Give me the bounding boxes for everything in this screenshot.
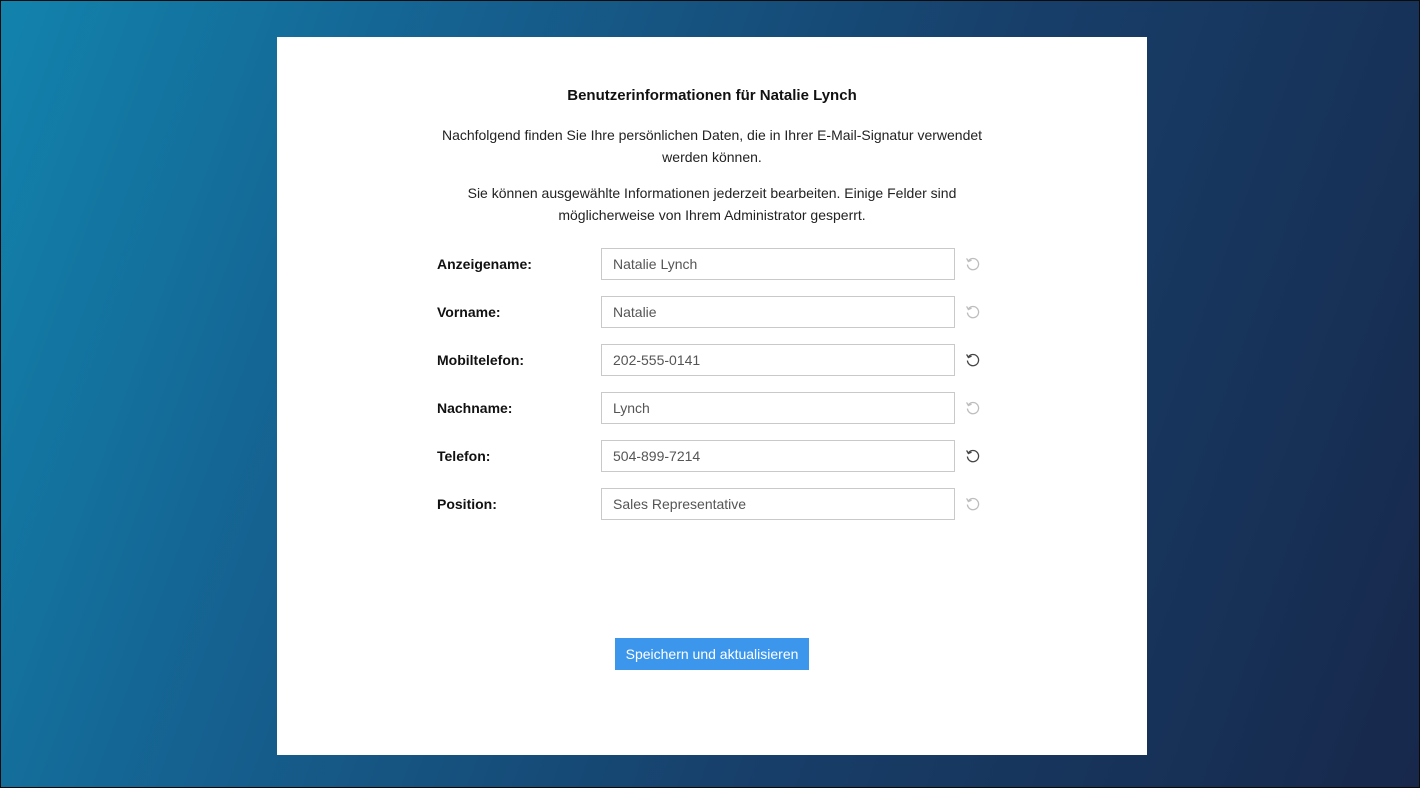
display-name-input[interactable] [601,248,955,280]
phone-input[interactable] [601,440,955,472]
intro-text-editing-info: Sie können ausgewählte Informationen jed… [467,185,957,223]
reset-icon[interactable] [964,399,982,417]
page-title: Benutzerinformationen für Natalie Lynch [567,87,857,104]
last-name-label: Nachname: [437,400,513,416]
field-row-last-name: Nachname: [437,392,997,424]
field-row-phone: Telefon: [437,440,997,472]
last-name-input[interactable] [601,392,955,424]
reset-icon[interactable] [964,255,982,273]
field-row-position: Position: [437,488,997,520]
intro-text-personal-data: Nachfolgend finden Sie Ihre persönlichen… [441,127,983,165]
reset-icon[interactable] [964,351,982,369]
field-row-first-name: Vorname: [437,296,997,328]
app-background: Benutzerinformationen für Natalie Lynch … [0,0,1420,788]
first-name-label: Vorname: [437,304,501,320]
user-info-card: Benutzerinformationen für Natalie Lynch … [277,37,1147,755]
position-label: Position: [437,496,497,512]
reset-icon[interactable] [964,495,982,513]
reset-icon[interactable] [964,303,982,321]
save-and-update-button[interactable]: Speichern und aktualisieren [615,638,809,670]
mobile-phone-label: Mobiltelefon: [437,352,525,368]
position-input[interactable] [601,488,955,520]
display-name-label: Anzeigename: [437,256,532,272]
first-name-input[interactable] [601,296,955,328]
user-info-form: Anzeigename: Vorname: Mobiltelefon: Nach… [437,248,997,536]
reset-icon[interactable] [964,447,982,465]
mobile-phone-input[interactable] [601,344,955,376]
field-row-display-name: Anzeigename: [437,248,997,280]
phone-label: Telefon: [437,448,491,464]
field-row-mobile-phone: Mobiltelefon: [437,344,997,376]
